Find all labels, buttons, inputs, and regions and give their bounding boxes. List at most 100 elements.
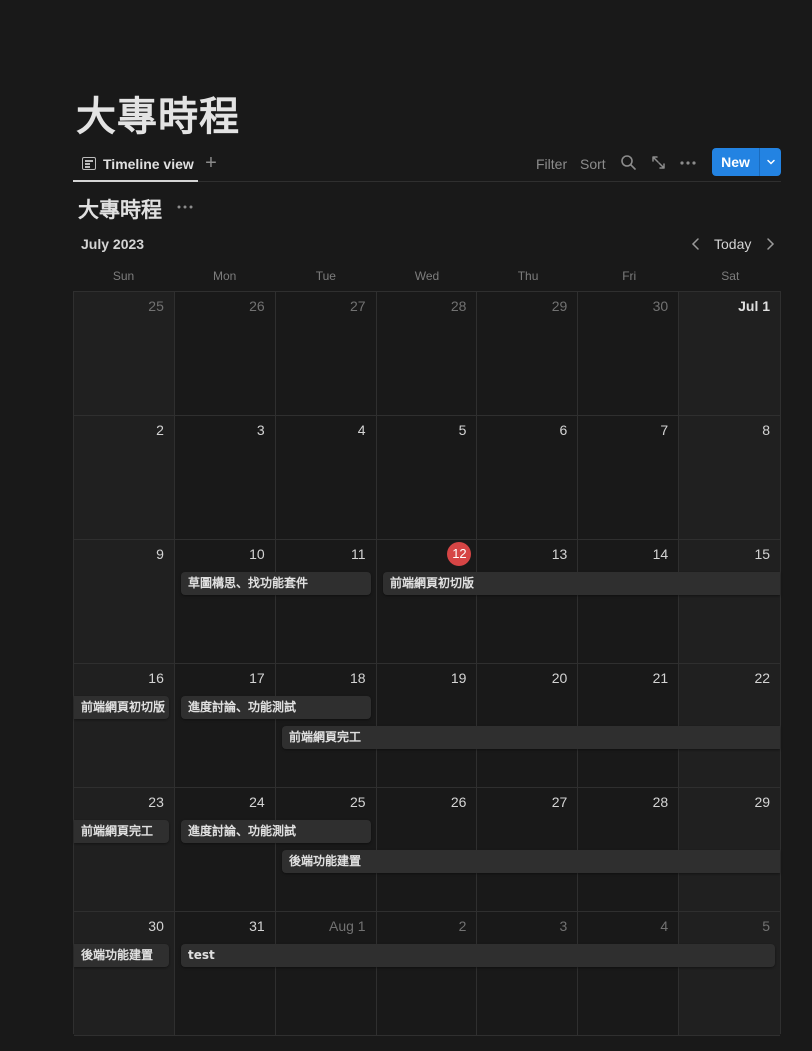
- calendar-day[interactable]: 26: [174, 292, 276, 416]
- day-number: 25: [148, 298, 164, 314]
- day-number: 3: [559, 918, 568, 934]
- day-number: 9: [156, 546, 164, 562]
- weekday-label: Thu: [517, 269, 539, 283]
- calendar-day[interactable]: Jul 1: [679, 292, 781, 416]
- day-number: 18: [350, 670, 366, 686]
- calendar-day[interactable]: 16: [74, 664, 175, 788]
- month-label: July 2023: [81, 236, 145, 252]
- day-number: 8: [762, 422, 771, 438]
- day-number: 27: [551, 794, 568, 810]
- tab-label: Timeline view: [103, 155, 194, 172]
- new-button-label[interactable]: New: [712, 148, 760, 176]
- calendar-day[interactable]: 12: [376, 540, 478, 664]
- calendar-day[interactable]: 7: [578, 416, 680, 540]
- search-icon[interactable]: [619, 153, 639, 173]
- calendar-day[interactable]: 25: [74, 292, 175, 416]
- day-number: 30: [652, 298, 669, 314]
- day-number: 30: [148, 918, 164, 934]
- new-button[interactable]: New: [712, 148, 781, 176]
- calendar-day[interactable]: 5: [679, 912, 781, 1036]
- weekday-label: Wed: [414, 269, 440, 283]
- filter-button[interactable]: Filter: [536, 154, 567, 174]
- day-number: 7: [660, 422, 669, 438]
- calendar-day[interactable]: 30: [578, 292, 680, 416]
- day-number: 15: [754, 546, 771, 562]
- calendar-day[interactable]: Aug 1: [275, 912, 377, 1036]
- day-number: 29: [551, 298, 568, 314]
- database-title[interactable]: 大專時程: [78, 194, 162, 224]
- calendar-day[interactable]: 2: [376, 912, 478, 1036]
- calendar-day[interactable]: 8: [679, 416, 781, 540]
- calendar-day[interactable]: 11: [275, 540, 377, 664]
- calendar-day[interactable]: 24: [174, 788, 276, 912]
- day-number: 28: [652, 794, 669, 810]
- day-number: 24: [249, 794, 265, 810]
- event-item[interactable]: 前端網頁完工: [282, 726, 780, 749]
- calendar-day[interactable]: 3: [477, 912, 579, 1036]
- weekday-label: Sun: [112, 269, 135, 283]
- calendar-day[interactable]: 15: [679, 540, 781, 664]
- calendar-week: 2 3 4 5 6 7 8: [74, 416, 781, 540]
- event-item[interactable]: 後端功能建置: [282, 850, 780, 873]
- calendar-day[interactable]: 29: [477, 292, 579, 416]
- calendar-day[interactable]: 4: [275, 416, 377, 540]
- day-number: 13: [551, 546, 568, 562]
- day-number: 31: [249, 918, 265, 934]
- day-number: 21: [652, 670, 669, 686]
- calendar-day[interactable]: 3: [174, 416, 276, 540]
- tab-timeline-view[interactable]: Timeline view: [73, 147, 198, 182]
- calendar-day[interactable]: 4: [578, 912, 680, 1036]
- day-number: 19: [450, 670, 467, 686]
- timeline-icon: [82, 157, 96, 170]
- calendar-day[interactable]: 17: [174, 664, 276, 788]
- calendar-day[interactable]: 30: [74, 912, 175, 1036]
- event-item[interactable]: 前端網頁完工: [74, 820, 169, 843]
- calendar-day[interactable]: 13: [477, 540, 579, 664]
- day-number: 23: [148, 794, 164, 810]
- event-item[interactable]: test: [181, 944, 775, 967]
- calendar-grid: 25 26 27 28 29 30 Jul 1 2 3 4 5 6 7 8 9 …: [73, 291, 781, 1036]
- calendar-day[interactable]: 23: [74, 788, 175, 912]
- event-item[interactable]: 後端功能建置: [74, 944, 169, 967]
- weekday-label: Mon: [213, 269, 237, 283]
- day-number: 29: [754, 794, 771, 810]
- day-number: 5: [458, 422, 467, 438]
- day-number: 5: [762, 918, 771, 934]
- weekday-header: Sun Mon Tue Wed Thu Fri Sat: [73, 269, 781, 289]
- day-number: Jul 1: [738, 298, 771, 314]
- calendar-week: 30 31 Aug 1 2 3 4 5: [74, 912, 781, 1036]
- event-item[interactable]: 進度討論、功能測試: [181, 696, 371, 719]
- day-number: 14: [652, 546, 669, 562]
- calendar-day[interactable]: 28: [376, 292, 478, 416]
- event-item[interactable]: 草圖構思、找功能套件: [181, 572, 371, 595]
- event-item[interactable]: 前端網頁初切版: [74, 696, 169, 719]
- calendar-day[interactable]: 6: [477, 416, 579, 540]
- today-button[interactable]: Today: [714, 236, 751, 252]
- database-more-icon[interactable]: [176, 200, 194, 214]
- event-item[interactable]: 進度討論、功能測試: [181, 820, 371, 843]
- weekday-label: Sat: [721, 269, 740, 283]
- calendar-day[interactable]: 5: [376, 416, 478, 540]
- expand-icon[interactable]: [649, 153, 669, 173]
- calendar-day[interactable]: 9: [74, 540, 175, 664]
- new-dropdown-button[interactable]: [760, 148, 781, 176]
- sort-button[interactable]: Sort: [580, 154, 606, 174]
- day-number: 4: [660, 918, 669, 934]
- calendar-day[interactable]: 31: [174, 912, 276, 1036]
- more-icon[interactable]: [678, 153, 698, 173]
- add-view-icon[interactable]: +: [201, 152, 221, 174]
- day-number: 20: [551, 670, 568, 686]
- calendar-day[interactable]: 10: [174, 540, 276, 664]
- event-item[interactable]: 前端網頁初切版: [383, 572, 780, 595]
- day-number: 11: [351, 546, 366, 562]
- day-number: 26: [450, 794, 467, 810]
- chevron-right-icon[interactable]: [762, 236, 778, 252]
- chevron-left-icon[interactable]: [688, 236, 704, 252]
- calendar-day[interactable]: 27: [275, 292, 377, 416]
- day-number: 17: [249, 670, 265, 686]
- calendar-week: 9 10 11 12 13 14 15: [74, 540, 781, 664]
- calendar-day[interactable]: 2: [74, 416, 175, 540]
- weekday-label: Tue: [315, 269, 336, 283]
- calendar-week: 25 26 27 28 29 30 Jul 1: [74, 292, 781, 416]
- calendar-day[interactable]: 14: [578, 540, 680, 664]
